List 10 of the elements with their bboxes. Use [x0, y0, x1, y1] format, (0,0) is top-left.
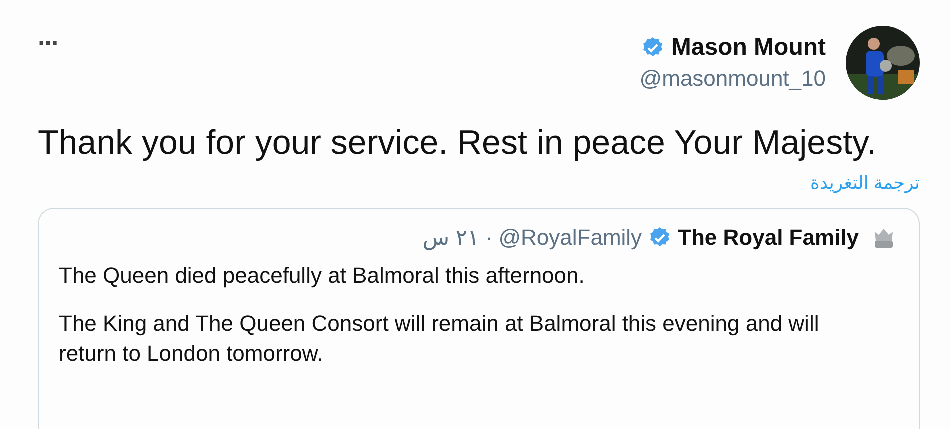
quoted-tweet-text: The Queen died peacefully at Balmoral this afternoon. — [59, 262, 586, 290]
tweet-time: ٢١ س — [422, 225, 480, 251]
separator: · — [485, 225, 493, 251]
quoted-author-name: The Royal Family — [678, 225, 859, 251]
author-name: Mason Mount — [671, 34, 826, 62]
more-options-button[interactable]: ··· — [38, 28, 58, 59]
tweet-text: Thank you for your service. Rest in peace Your Majesty. — [38, 124, 878, 163]
quoted-handle: @RoyalFamily — [498, 225, 642, 251]
quoted-tweet-text: The King and The Queen Consort will remain at Balmoral this evening and will return to London tomorrow. — [59, 310, 820, 368]
author-handle: @masonmount_10 — [640, 66, 826, 92]
